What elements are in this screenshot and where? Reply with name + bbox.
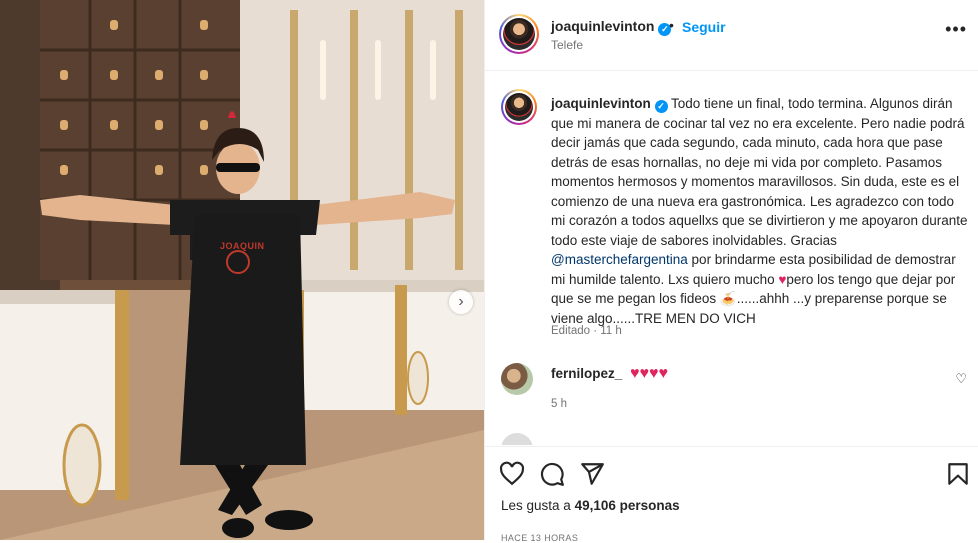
commenter-avatar[interactable] — [501, 433, 533, 445]
author-avatar[interactable] — [499, 14, 539, 54]
verified-badge-icon: ✓ — [654, 100, 668, 113]
post-time-ago: HACE 13 HORAS — [501, 533, 579, 543]
next-photo-button[interactable]: › — [449, 290, 473, 314]
caption-text-1: Todo tiene un final, todo termina. Algun… — [551, 96, 968, 248]
separator-dot: • — [669, 17, 674, 33]
likes-count[interactable]: 49,106 personas — [575, 498, 680, 513]
spaghetti-emoji-icon: 🍝 — [719, 291, 737, 306]
likes-summary[interactable]: Les gusta a 49,106 personas — [501, 498, 680, 513]
post-header: joaquinlevinton ✓ • Seguir Telefe ••• — [485, 0, 978, 71]
share-icon[interactable] — [579, 461, 605, 487]
author-username[interactable]: joaquinlevinton ✓ — [551, 18, 672, 36]
comment-username[interactable]: fernilopez_ — [551, 366, 622, 381]
more-icon[interactable]: ••• — [945, 20, 967, 38]
caption-author-avatar[interactable] — [501, 89, 537, 125]
comment-meta: 5 h — [551, 398, 567, 410]
comment-icon[interactable] — [539, 461, 565, 487]
caption-mention-link[interactable]: @masterchefargentina — [551, 252, 688, 267]
post-photo[interactable]: JOAQUIN › — [0, 0, 484, 540]
caption-username[interactable]: joaquinlevinton — [551, 96, 651, 111]
comment: fernilopez_ ♥♥♥♥ — [551, 365, 668, 383]
author-username-text[interactable]: joaquinlevinton — [551, 18, 654, 34]
comment-hearts: ♥♥♥♥ — [630, 365, 669, 382]
like-heart-icon[interactable] — [499, 461, 525, 487]
post-actions: Les gusta a 49,106 personas HACE 13 HORA… — [485, 446, 978, 543]
bookmark-icon[interactable] — [945, 461, 971, 487]
apron-label: JOAQUIN — [220, 241, 265, 251]
photo-scene — [0, 0, 484, 540]
likes-prefix: Les gusta a — [501, 498, 571, 513]
post-side-panel: joaquinlevinton ✓ • Seguir Telefe ••• jo… — [484, 0, 978, 543]
comments-section[interactable]: joaquinlevinton ✓ Todo tiene un final, t… — [485, 71, 978, 445]
chevron-right-icon: › — [458, 293, 464, 310]
caption-meta: Editado · 11 h — [551, 325, 622, 337]
location-link[interactable]: Telefe — [551, 38, 583, 52]
follow-button[interactable]: Seguir — [682, 19, 726, 35]
comment-like-heart-icon[interactable]: ♡ — [955, 371, 967, 387]
post-caption: joaquinlevinton ✓ Todo tiene un final, t… — [551, 94, 971, 328]
commenter-avatar[interactable] — [501, 363, 533, 395]
